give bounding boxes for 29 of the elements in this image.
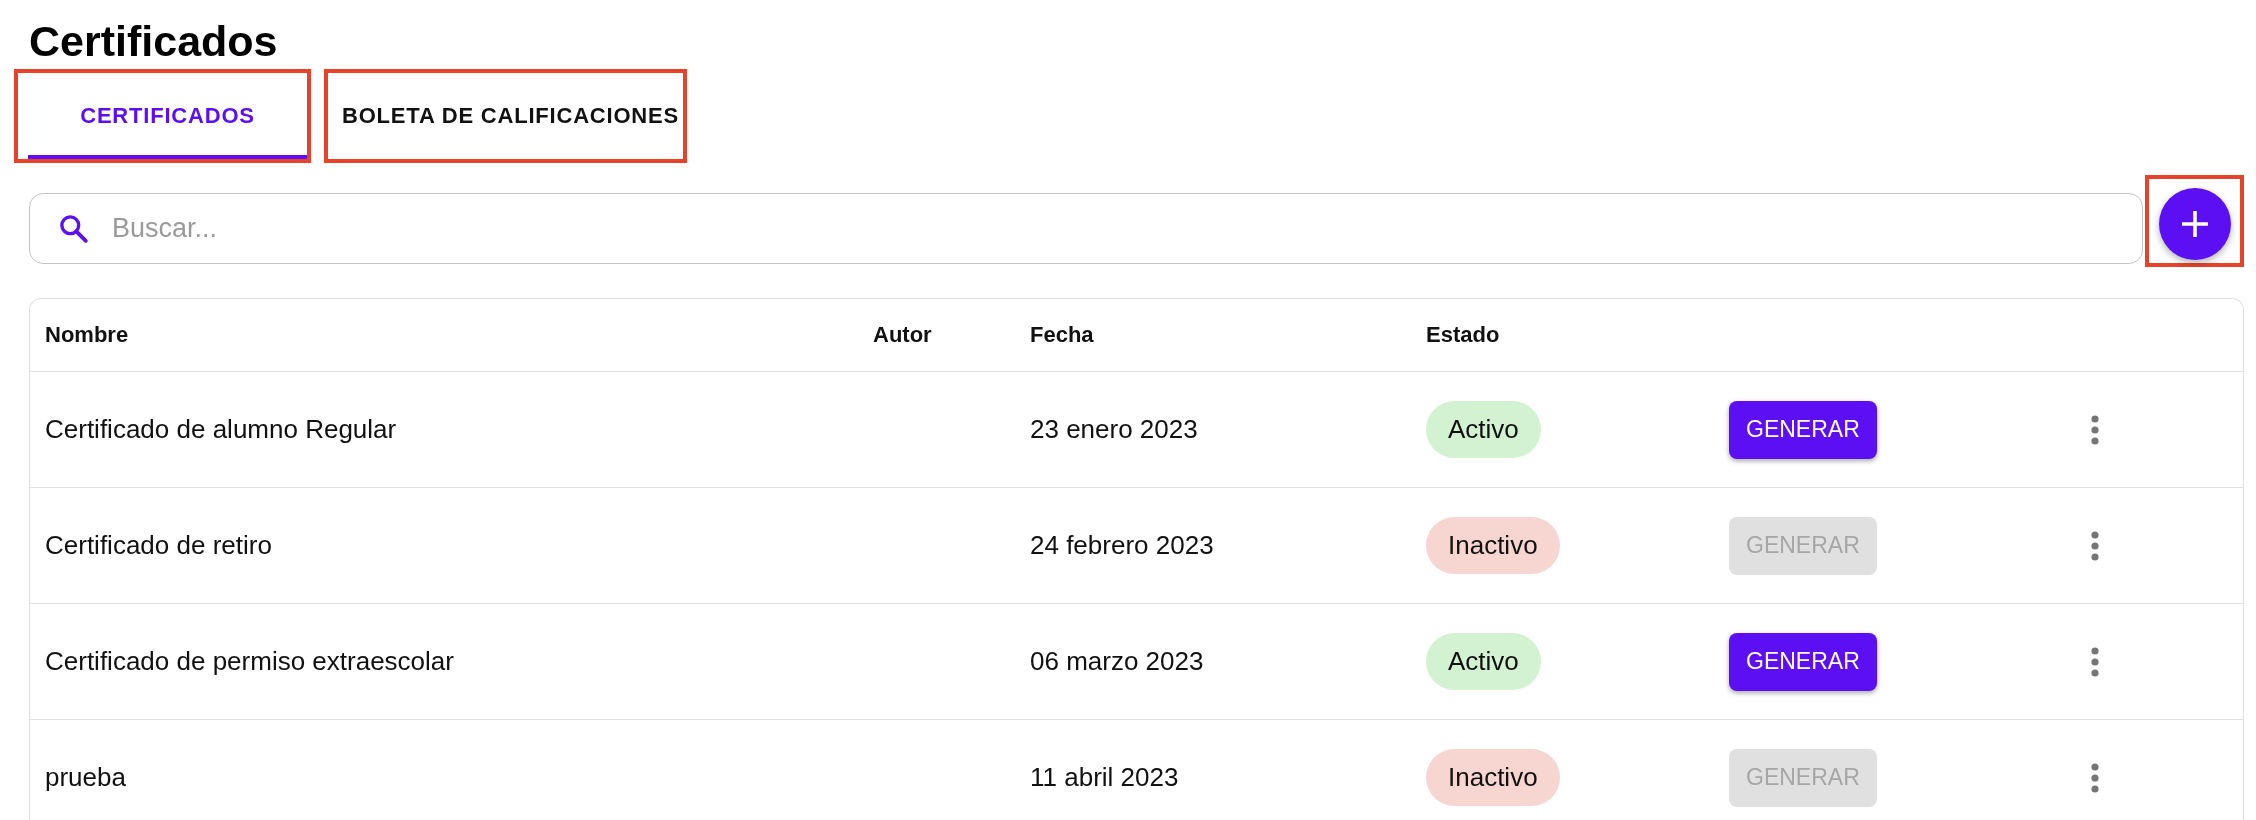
date-text: 23 enero 2023 xyxy=(1030,414,1198,445)
add-button[interactable] xyxy=(2159,188,2231,260)
tab[interactable]: BOLETA DE CALIFICACIONES xyxy=(338,73,683,159)
certificate-name: Certificado de retiro xyxy=(45,530,272,561)
generate-button[interactable]: GENERAR xyxy=(1729,632,1877,691)
status-chip: Inactivo xyxy=(1426,517,1560,574)
more-options-icon[interactable] xyxy=(2091,646,2099,677)
generate-button[interactable]: GENERAR xyxy=(1729,400,1877,459)
status-chip: Activo xyxy=(1426,633,1541,690)
column-header: Autor xyxy=(873,322,932,348)
column-header: Nombre xyxy=(45,322,129,348)
certificate-name: Certificado de permiso extraescolar xyxy=(45,646,454,677)
certificate-name: Certificado de alumno Regular xyxy=(45,414,397,445)
status-chip: Inactivo xyxy=(1426,749,1560,806)
search-icon xyxy=(58,213,89,244)
more-options-icon[interactable] xyxy=(2091,530,2099,561)
more-options-icon[interactable] xyxy=(2091,414,2099,445)
tab[interactable]: CERTIFICADOS xyxy=(28,73,307,159)
date-text: 24 febrero 2023 xyxy=(1030,530,1214,561)
column-header: Fecha xyxy=(1030,322,1094,348)
status-chip: Activo xyxy=(1426,401,1541,458)
date-text: 06 marzo 2023 xyxy=(1030,646,1204,677)
search-field[interactable]: Buscar... xyxy=(29,193,2143,264)
certificate-name: prueba xyxy=(45,762,126,793)
date-text: 11 abril 2023 xyxy=(1030,762,1179,793)
more-options-icon[interactable] xyxy=(2091,762,2099,793)
plus-icon xyxy=(2182,211,2208,237)
column-header: Estado xyxy=(1426,322,1500,348)
page-title: Certificados xyxy=(29,16,278,66)
